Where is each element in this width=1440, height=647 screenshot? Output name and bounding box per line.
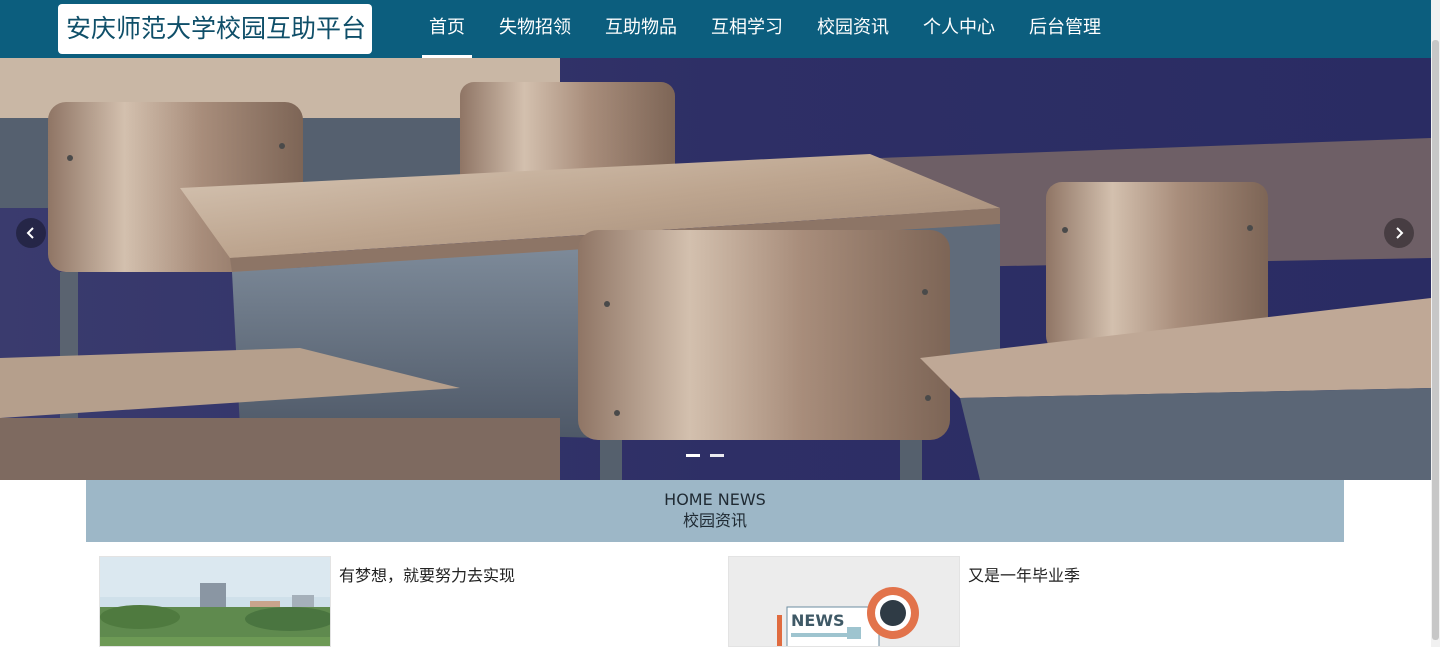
nav-item-home[interactable]: 首页 xyxy=(412,0,482,58)
chevron-left-icon xyxy=(26,227,34,239)
nav-item-personal-center[interactable]: 个人中心 xyxy=(906,0,1012,58)
news-item[interactable]: NEWS 又是一年毕业季 xyxy=(728,556,1328,647)
news-thumbnail-news[interactable]: NEWS xyxy=(728,556,960,647)
section-title-cn: 校园资讯 xyxy=(682,511,747,530)
nav-item-mutual-goods[interactable]: 互助物品 xyxy=(588,0,694,58)
nav-item-admin[interactable]: 后台管理 xyxy=(1012,0,1118,58)
news-title[interactable]: 有梦想，就要努力去实现 xyxy=(339,562,515,647)
page-scrollbar-thumb[interactable] xyxy=(1432,40,1439,640)
news-item[interactable]: 有梦想，就要努力去实现 xyxy=(99,556,699,647)
site-logo-title[interactable]: 安庆师范大学校园互助平台 xyxy=(58,4,372,54)
carousel-next-button[interactable] xyxy=(1384,218,1414,248)
hero-carousel[interactable] xyxy=(0,58,1431,480)
classroom-desks-image xyxy=(0,58,1431,480)
nav-item-lost-found[interactable]: 失物招领 xyxy=(482,0,588,58)
carousel-indicators xyxy=(686,454,724,457)
campus-photo-image xyxy=(100,557,330,646)
section-title-en: HOME NEWS xyxy=(664,490,766,509)
carousel-dot-1[interactable] xyxy=(686,454,700,457)
carousel-dot-2[interactable] xyxy=(710,454,724,457)
nav-item-campus-news[interactable]: 校园资讯 xyxy=(800,0,906,58)
nav-item-mutual-study[interactable]: 互相学习 xyxy=(694,0,800,58)
main-nav: 首页 失物招领 互助物品 互相学习 校园资讯 个人中心 后台管理 xyxy=(412,0,1118,58)
newspaper-illustration-image: NEWS xyxy=(729,557,959,646)
news-section-header: HOME NEWS 校园资讯 xyxy=(86,480,1344,542)
top-navbar: 安庆师范大学校园互助平台 首页 失物招领 互助物品 互相学习 校园资讯 个人中心… xyxy=(0,0,1431,58)
carousel-prev-button[interactable] xyxy=(16,218,46,248)
news-thumbnail-campus[interactable] xyxy=(99,556,331,647)
news-title[interactable]: 又是一年毕业季 xyxy=(968,562,1080,647)
chevron-right-icon xyxy=(1396,227,1404,239)
thumb-news-text: NEWS xyxy=(791,611,845,630)
